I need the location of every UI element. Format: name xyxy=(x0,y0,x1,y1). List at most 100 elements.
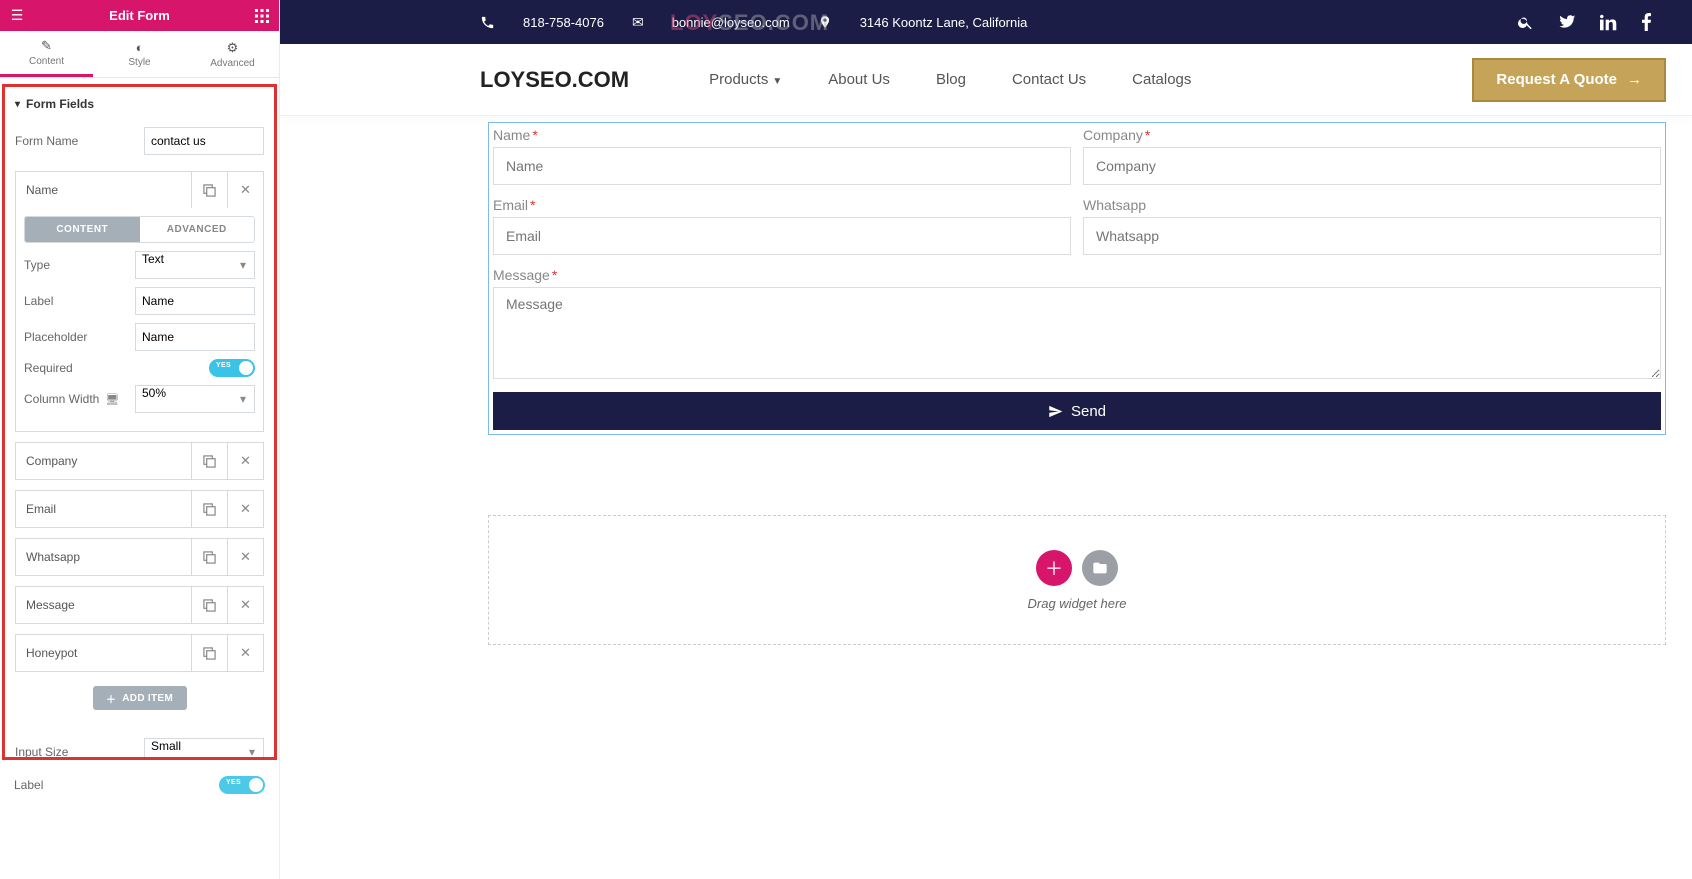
placeholder-input[interactable] xyxy=(135,323,255,351)
close-icon[interactable]: ✕ xyxy=(227,539,263,575)
field-message-header[interactable]: Message xyxy=(16,598,191,612)
field-subtabs: CONTENT ADVANCED xyxy=(24,216,255,243)
form-company-input[interactable] xyxy=(1083,147,1661,185)
form-widget[interactable]: Name* Company* Email* Whatsapp Message* xyxy=(488,122,1666,435)
linkedin-icon[interactable] xyxy=(1600,14,1617,31)
field-item-honeypot: Honeypot ✕ xyxy=(15,634,264,672)
field-item-company: Company ✕ xyxy=(15,442,264,480)
field-item-email: Email ✕ xyxy=(15,490,264,528)
nav-catalogs[interactable]: Catalogs xyxy=(1132,71,1191,88)
field-item-message: Message ✕ xyxy=(15,586,264,624)
form-name-row: Form Name xyxy=(15,127,264,155)
duplicate-icon[interactable] xyxy=(191,491,227,527)
form-message-input[interactable] xyxy=(493,287,1661,379)
widget-drop-area[interactable]: ＋ Drag widget here xyxy=(488,515,1666,645)
search-icon[interactable] xyxy=(1517,14,1534,31)
label-label: Label xyxy=(24,294,53,308)
desktop-icon[interactable]: 🖥 xyxy=(105,393,119,406)
subtab-advanced[interactable]: ADVANCED xyxy=(140,217,255,242)
duplicate-icon[interactable] xyxy=(191,172,227,208)
form-whatsapp-input[interactable] xyxy=(1083,217,1661,255)
editor-sidebar: ☰ Edit Form ✎ Content ◐ Style ⚙ Advanced… xyxy=(0,0,280,879)
field-email-header[interactable]: Email xyxy=(16,502,191,516)
label-toggle-label: Label xyxy=(14,778,43,792)
close-icon[interactable]: ✕ xyxy=(227,635,263,671)
placeholder-label: Placeholder xyxy=(24,330,87,344)
close-icon[interactable]: ✕ xyxy=(227,172,263,208)
tab-content[interactable]: ✎ Content xyxy=(0,31,93,77)
input-size-select[interactable]: Small xyxy=(144,738,264,760)
duplicate-icon[interactable] xyxy=(191,587,227,623)
twitter-icon[interactable] xyxy=(1558,13,1576,31)
paper-plane-icon xyxy=(1048,404,1063,419)
tab-style-label: Style xyxy=(128,57,150,68)
close-icon[interactable]: ✕ xyxy=(227,491,263,527)
field-item-name: Name ✕ CONTENT ADVANCED Type Text Label xyxy=(15,171,264,432)
pin-icon xyxy=(818,15,832,29)
label-toggle[interactable]: YES xyxy=(219,776,265,794)
sidebar-header: ☰ Edit Form xyxy=(0,0,279,31)
duplicate-icon[interactable] xyxy=(191,539,227,575)
add-item-button[interactable]: ＋ ADD ITEM xyxy=(93,686,187,710)
tab-advanced-label: Advanced xyxy=(210,58,254,69)
form-whatsapp-label: Whatsapp xyxy=(1083,197,1661,213)
tab-content-label: Content xyxy=(29,56,64,67)
type-select[interactable]: Text xyxy=(135,251,255,279)
duplicate-icon[interactable] xyxy=(191,635,227,671)
section-form-fields[interactable]: ▾ Form Fields xyxy=(15,91,264,117)
add-item-label: ADD ITEM xyxy=(122,693,173,704)
required-label: Required xyxy=(24,361,73,375)
form-email-input[interactable] xyxy=(493,217,1071,255)
envelope-icon: ✉ xyxy=(632,14,644,31)
arrow-right-icon: → xyxy=(1627,71,1642,88)
form-name-input[interactable] xyxy=(144,127,264,155)
type-value: Text xyxy=(142,252,164,266)
nav-menu: Products▼ About Us Blog Contact Us Catal… xyxy=(709,71,1191,88)
template-library-button[interactable] xyxy=(1082,550,1118,586)
close-icon[interactable]: ✕ xyxy=(227,587,263,623)
column-width-value: 50% xyxy=(142,386,166,400)
form-email-label: Email* xyxy=(493,197,1071,213)
folder-icon xyxy=(1092,560,1108,576)
plus-icon: ＋ xyxy=(1045,555,1063,581)
duplicate-icon[interactable] xyxy=(191,443,227,479)
toggle-yes-text: YES xyxy=(226,779,241,786)
apps-grid-icon[interactable] xyxy=(251,5,273,27)
subtab-content[interactable]: CONTENT xyxy=(25,217,140,242)
request-quote-button[interactable]: Request A Quote → xyxy=(1472,58,1666,102)
input-size-label: Input Size xyxy=(15,745,68,759)
close-icon[interactable]: ✕ xyxy=(227,443,263,479)
editor-tabs: ✎ Content ◐ Style ⚙ Advanced xyxy=(0,31,279,78)
tab-style[interactable]: ◐ Style xyxy=(93,31,186,77)
required-toggle[interactable]: YES xyxy=(209,359,255,377)
sidebar-title: Edit Form xyxy=(28,8,251,23)
plus-icon: ＋ xyxy=(106,691,116,706)
label-input[interactable] xyxy=(135,287,255,315)
facebook-icon[interactable] xyxy=(1641,13,1652,31)
add-section-button[interactable]: ＋ xyxy=(1036,550,1072,586)
field-whatsapp-header[interactable]: Whatsapp xyxy=(16,550,191,564)
nav-products[interactable]: Products▼ xyxy=(709,71,782,88)
form-name-input[interactable] xyxy=(493,147,1071,185)
section-title-label: Form Fields xyxy=(26,97,94,111)
field-honeypot-header[interactable]: Honeypot xyxy=(16,646,191,660)
field-item-whatsapp: Whatsapp ✕ xyxy=(15,538,264,576)
nav-contact[interactable]: Contact Us xyxy=(1012,71,1086,88)
send-button[interactable]: Send xyxy=(493,392,1661,430)
menu-icon[interactable]: ☰ xyxy=(6,5,28,27)
nav-about[interactable]: About Us xyxy=(828,71,890,88)
brand-logo[interactable]: LOYSEO.COM xyxy=(480,67,629,93)
field-company-header[interactable]: Company xyxy=(16,454,191,468)
chevron-down-icon: ▾ xyxy=(15,99,20,110)
topbar-email: bonnie@loyseo.com xyxy=(672,15,790,30)
toggle-knob xyxy=(249,778,263,792)
toggle-yes-text: YES xyxy=(216,362,231,369)
nav-blog[interactable]: Blog xyxy=(936,71,966,88)
input-size-value: Small xyxy=(151,739,181,753)
column-width-select[interactable]: 50% xyxy=(135,385,255,413)
quote-label: Request A Quote xyxy=(1496,71,1617,88)
column-width-label: Column Width xyxy=(24,392,99,406)
form-name-label: Form Name xyxy=(15,134,78,148)
field-name-header[interactable]: Name xyxy=(16,183,191,197)
tab-advanced[interactable]: ⚙ Advanced xyxy=(186,31,279,77)
